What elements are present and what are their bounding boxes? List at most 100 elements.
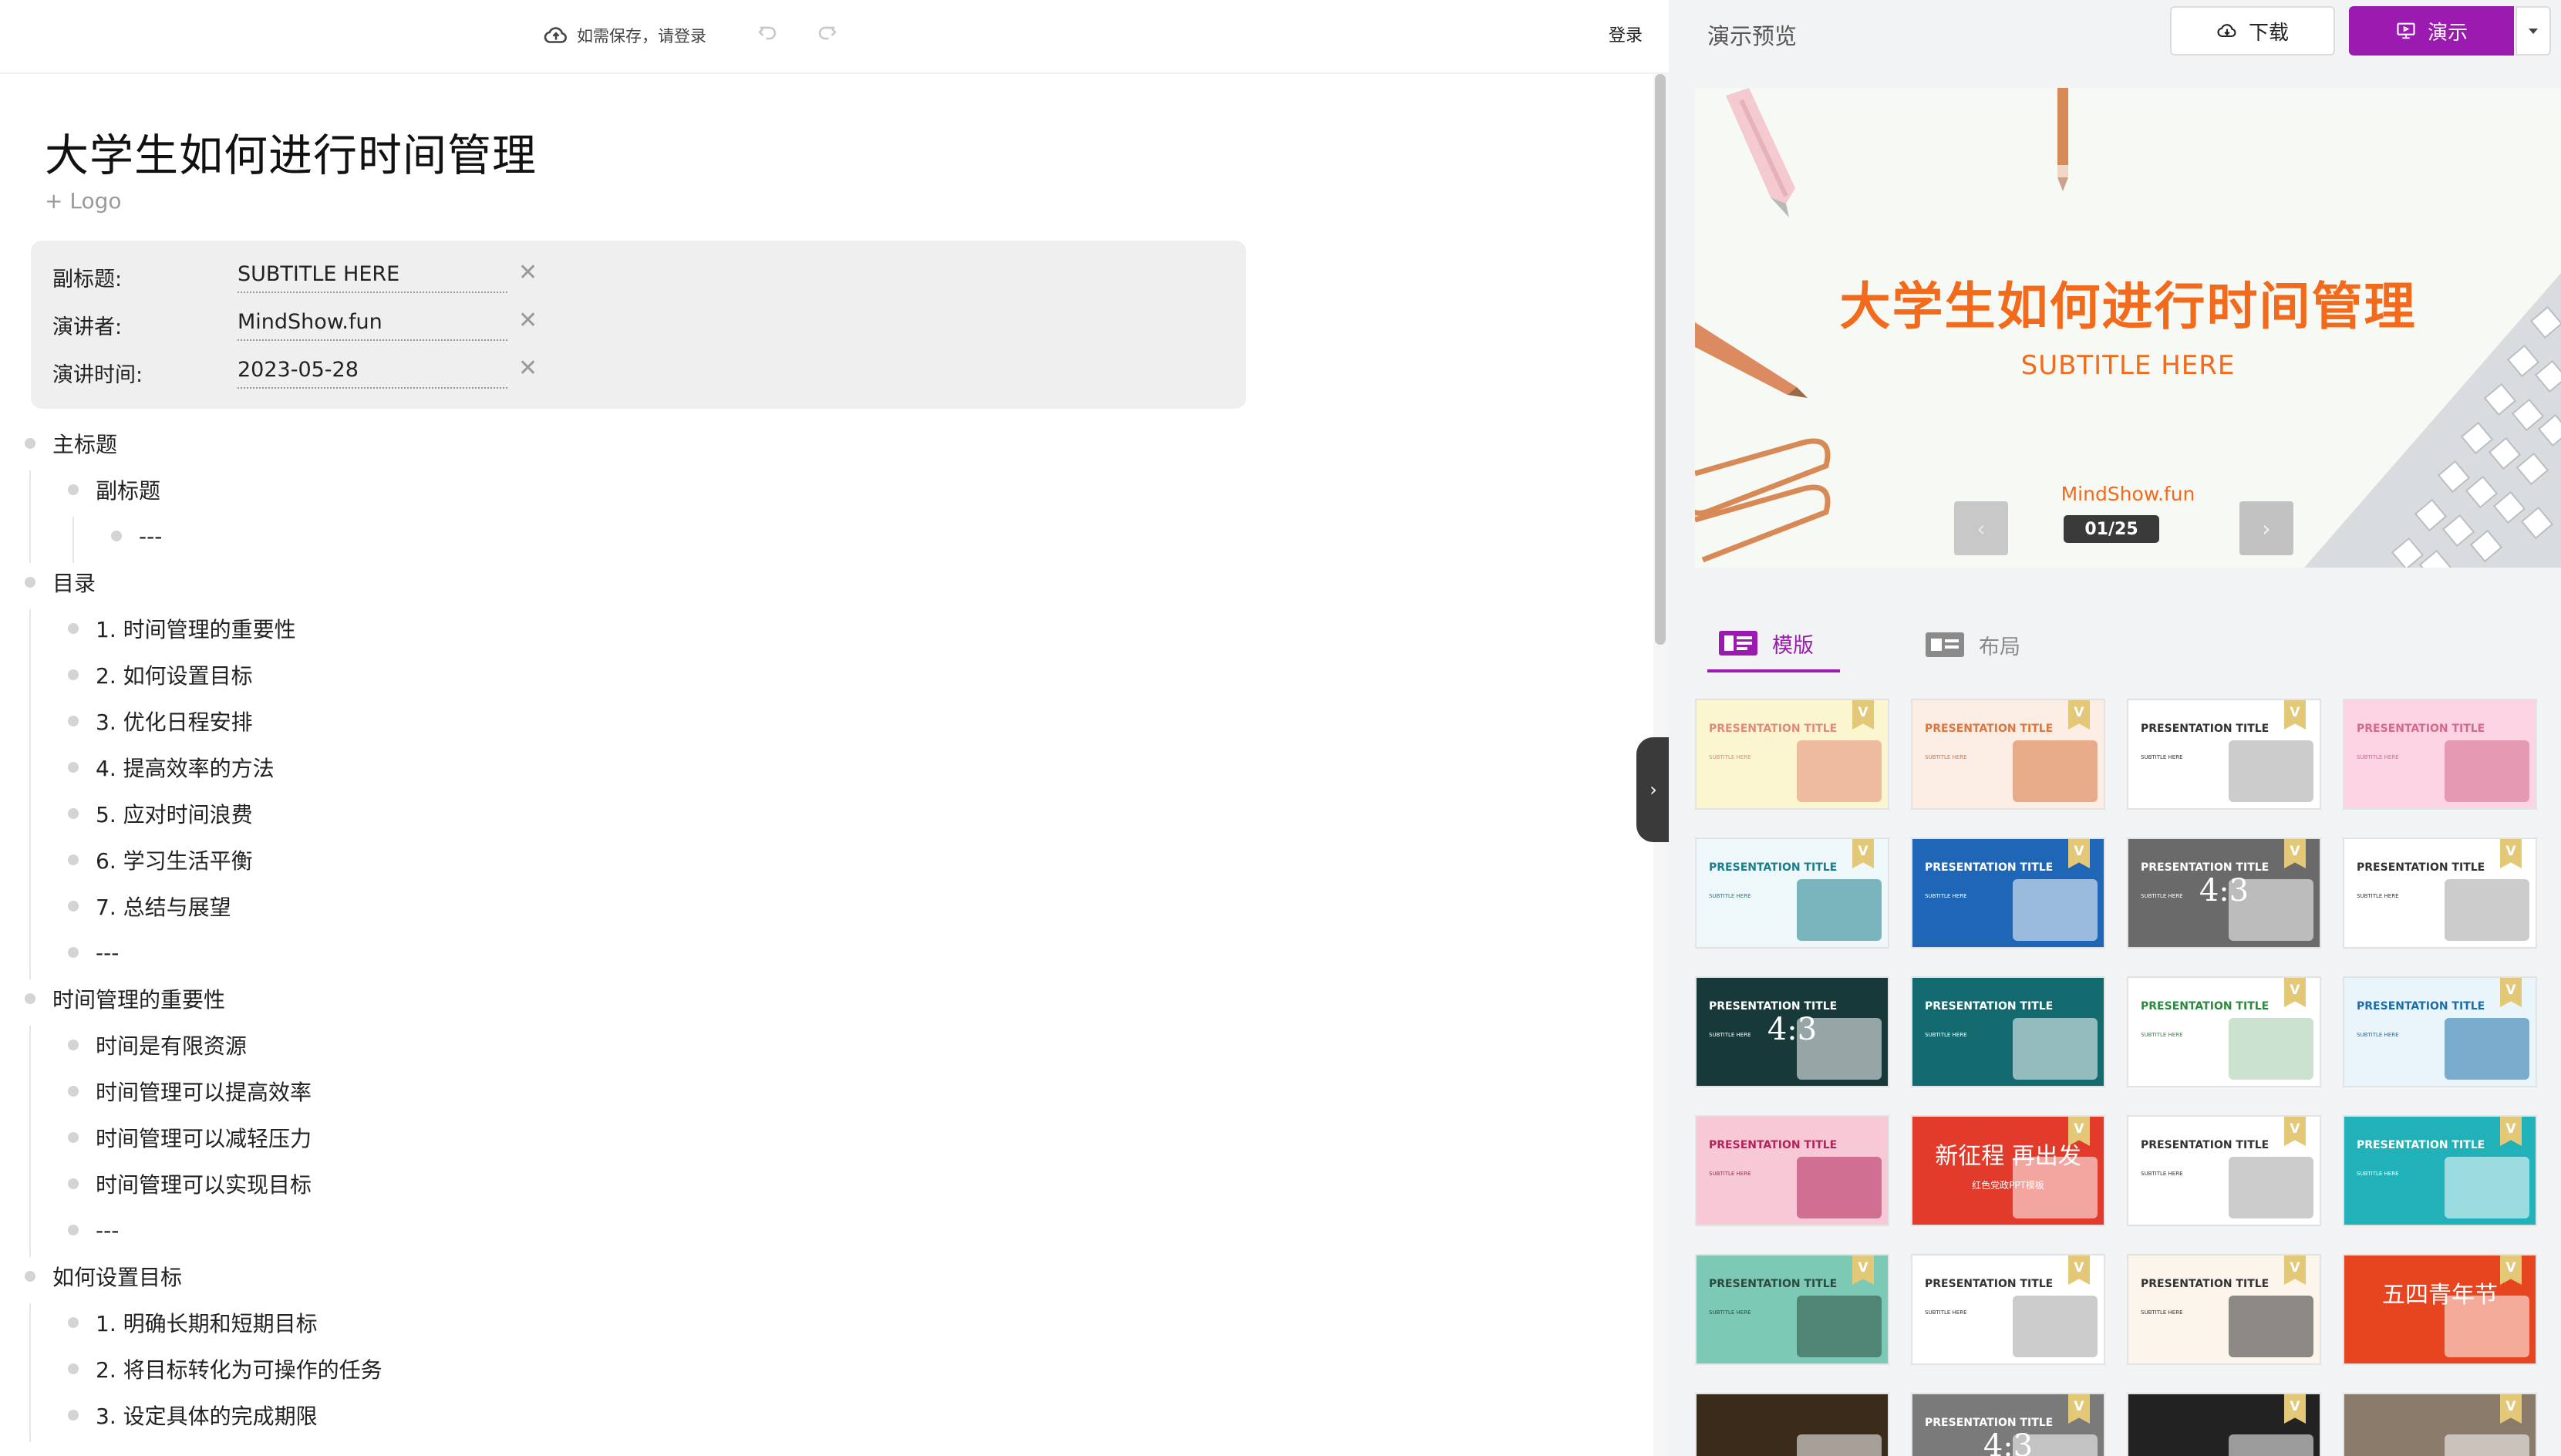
template-thumbnail[interactable]: PRESENTATION TITLE SUBTITLE HERE V [1911, 838, 2105, 949]
bullet-dot-icon[interactable] [68, 1178, 79, 1189]
outline-guide-line [29, 470, 31, 563]
bullet-dot-icon[interactable] [68, 1225, 79, 1235]
template-thumbnail[interactable]: V [2127, 1393, 2321, 1456]
bullet-dot-icon[interactable] [68, 623, 79, 634]
speaker-field[interactable]: MindShow.fun [238, 310, 507, 341]
template-art [2013, 1018, 2098, 1080]
next-slide-button[interactable]: › [2239, 501, 2293, 555]
outline-item[interactable]: 副标题 [68, 470, 160, 509]
template-thumbnail[interactable]: PRESENTATION TITLE SUBTITLE HERE V [1911, 699, 2105, 810]
clear-icon[interactable]: ✕ [518, 307, 537, 334]
date-field[interactable]: 2023-05-28 [238, 358, 507, 389]
template-subtitle: SUBTITLE HERE [2141, 1309, 2183, 1316]
outline-item[interactable]: 7. 总结与展望 [68, 887, 231, 925]
tab-layout[interactable]: 布局 [1916, 617, 2020, 672]
outline-item[interactable]: --- [68, 933, 119, 972]
outline-item[interactable]: 3. 设定具体的完成期限 [68, 1396, 318, 1434]
template-thumbnail[interactable]: PRESENTATION TITLE SUBTITLE HERE V [1695, 1254, 1889, 1365]
clear-icon[interactable]: ✕ [518, 259, 537, 286]
template-thumbnail[interactable]: PRESENTATION TITLE SUBTITLE HERE 4:3 V [2127, 838, 2321, 949]
save-hint[interactable]: 如需保存，请登录 [543, 22, 706, 49]
outline-item[interactable]: 1. 明确长期和短期目标 [68, 1303, 318, 1342]
template-thumbnail[interactable]: PRESENTATION TITLE SUBTITLE HERE V [2343, 976, 2537, 1087]
present-button[interactable]: 演示 [2349, 6, 2514, 56]
subtitle-field[interactable]: SUBTITLE HERE [238, 262, 507, 293]
outline-item[interactable]: 2. 如何设置目标 [68, 656, 253, 694]
template-thumbnail[interactable]: PRESENTATION TITLE SUBTITLE HERE V [1695, 838, 1889, 949]
outline-item-text: 7. 总结与展望 [96, 895, 231, 920]
template-thumbnail[interactable]: PRESENTATION TITLE SUBTITLE HERE V [1695, 699, 1889, 810]
outline-heading[interactable]: 时间管理的重要性 [25, 979, 225, 1018]
template-thumbnail[interactable]: PRESENTATION TITLE SUBTITLE HERE 4:3 [1695, 976, 1889, 1087]
template-thumbnail[interactable]: PRESENTATION TITLE SUBTITLE HERE V [2127, 1254, 2321, 1365]
template-thumbnail[interactable]: PRESENTATION TITLE 4:3 V [1911, 1393, 2105, 1456]
outline-item[interactable]: 2. 将目标转化为可操作的任务 [68, 1350, 382, 1388]
template-thumbnail[interactable]: 五四青年节 V [2343, 1254, 2537, 1365]
outline-item[interactable]: 时间是有限资源 [68, 1026, 247, 1064]
outline-item[interactable]: 4. 提高效率的方法 [68, 748, 275, 787]
outline-item[interactable]: 5. 应对时间浪费 [68, 794, 253, 833]
outline-heading[interactable]: 如何设置目标 [25, 1257, 182, 1296]
outline-item[interactable]: --- [111, 517, 162, 555]
template-thumbnail[interactable]: PRESENTATION TITLE SUBTITLE HERE V [2127, 1115, 2321, 1226]
slide-title: 大学生如何进行时间管理 [1839, 277, 2417, 336]
prev-slide-button[interactable]: ‹ [1954, 501, 2008, 555]
bullet-dot-icon[interactable] [68, 901, 79, 912]
bullet-dot-icon[interactable] [68, 947, 79, 958]
preview-label: 演示预览 [1707, 23, 1798, 49]
outline-heading[interactable]: 目录 [25, 563, 96, 602]
bullet-dot-icon[interactable] [68, 808, 79, 819]
scrollbar-thumb[interactable] [1655, 74, 1666, 645]
outline-heading[interactable]: 主标题 [25, 424, 117, 463]
collapse-panel-button[interactable]: › [1636, 737, 1669, 842]
outline-item[interactable]: 时间管理可以提高效率 [68, 1072, 312, 1111]
bullet-dot-icon[interactable] [25, 993, 35, 1004]
add-logo-button[interactable]: + Logo [45, 188, 122, 214]
outline-item[interactable]: --- [68, 1211, 119, 1249]
template-title: PRESENTATION TITLE [2141, 1000, 2270, 1013]
bullet-dot-icon[interactable] [68, 1363, 79, 1374]
bullet-dot-icon[interactable] [68, 1132, 79, 1143]
template-thumbnail[interactable]: PRESENTATION TITLE SUBTITLE HERE V [2127, 976, 2321, 1087]
slide-preview[interactable]: 大学生如何进行时间管理 SUBTITLE HERE MindShow.fun ‹… [1695, 88, 2561, 568]
template-art [1797, 1296, 1882, 1357]
template-thumbnail[interactable]: PRESENTATION TITLE SUBTITLE HERE V [1911, 1254, 2105, 1365]
document-title[interactable]: 大学生如何进行时间管理 [45, 120, 537, 184]
bullet-dot-icon[interactable] [68, 1086, 79, 1097]
template-thumbnail[interactable]: PRESENTATION TITLE SUBTITLE HERE V [2343, 838, 2537, 949]
bullet-dot-icon[interactable] [25, 577, 35, 588]
vip-badge-icon: V [1852, 839, 1874, 868]
outline-item[interactable]: 6. 学习生活平衡 [68, 841, 253, 879]
outline-item[interactable]: 时间管理可以实现目标 [68, 1164, 312, 1203]
template-thumbnail[interactable]: PRESENTATION TITLE SUBTITLE HERE V [2127, 699, 2321, 810]
bullet-dot-icon[interactable] [68, 1317, 79, 1328]
bullet-dot-icon[interactable] [68, 1040, 79, 1050]
bullet-dot-icon[interactable] [25, 1271, 35, 1282]
bullet-dot-icon[interactable] [68, 762, 79, 773]
template-thumbnail[interactable]: V [2343, 1393, 2537, 1456]
bullet-dot-icon[interactable] [25, 438, 35, 449]
bullet-dot-icon[interactable] [68, 669, 79, 680]
bullet-dot-icon[interactable] [111, 531, 122, 541]
template-thumbnail[interactable]: PRESENTATION TITLE SUBTITLE HERE [1695, 1115, 1889, 1226]
template-thumbnail[interactable]: PRESENTATION TITLE SUBTITLE HERE [2343, 699, 2537, 810]
outline-item[interactable]: 3. 优化日程安排 [68, 702, 253, 740]
outline-item[interactable]: 时间管理可以减轻压力 [68, 1118, 312, 1157]
template-thumbnail[interactable]: PRESENTATION TITLE SUBTITLE HERE [1911, 976, 2105, 1087]
template-thumbnail[interactable] [1695, 1393, 1889, 1456]
template-thumbnail[interactable]: PRESENTATION TITLE SUBTITLE HERE V [2343, 1115, 2537, 1226]
login-link[interactable]: 登录 [1609, 22, 1643, 46]
present-options-button[interactable] [2516, 6, 2551, 56]
undo-icon[interactable] [754, 20, 780, 46]
bullet-dot-icon[interactable] [68, 716, 79, 726]
tab-template[interactable]: 模版 [1707, 617, 1840, 672]
bullet-dot-icon[interactable] [68, 854, 79, 865]
outline-item[interactable]: 1. 时间管理的重要性 [68, 609, 296, 648]
bullet-dot-icon[interactable] [68, 1410, 79, 1421]
template-thumbnail[interactable]: 新征程 再出发 红色党政PPT模板 V [1911, 1115, 2105, 1226]
outline-guide-line [29, 609, 31, 979]
bullet-dot-icon[interactable] [68, 484, 79, 495]
clear-icon[interactable]: ✕ [518, 355, 537, 382]
download-button[interactable]: 下载 [2170, 6, 2335, 56]
redo-icon[interactable] [814, 20, 841, 46]
